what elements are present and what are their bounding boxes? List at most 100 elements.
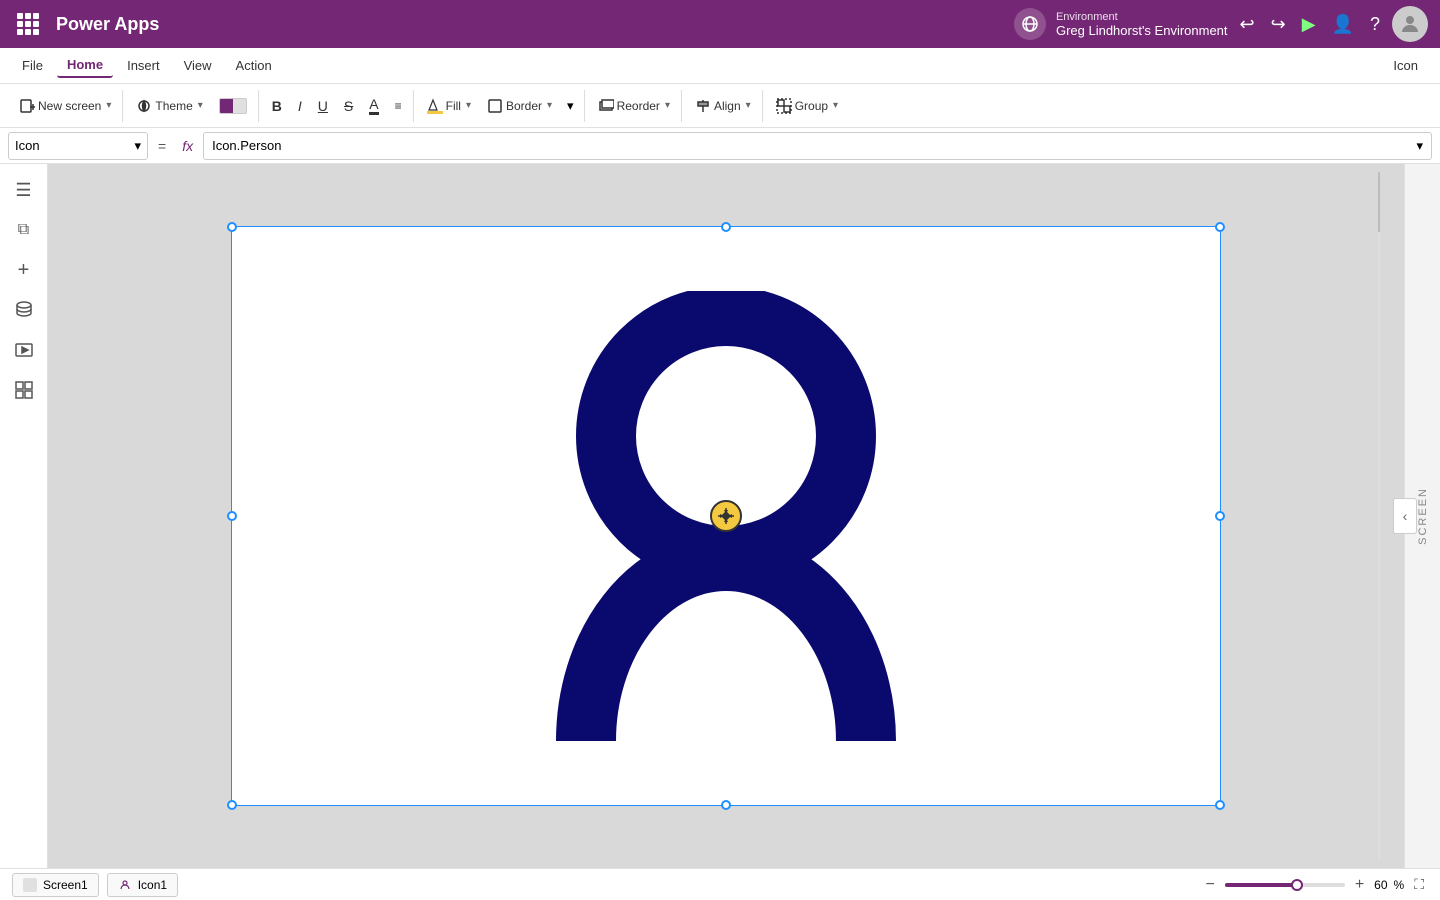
strikethrough-button[interactable]: S (337, 94, 360, 118)
group-dropdown-arrow: ▾ (833, 100, 838, 111)
help-top-icon[interactable]: ? (1370, 14, 1380, 35)
move-cursor-indicator (710, 500, 742, 532)
fill-dropdown-arrow: ▾ (466, 100, 471, 111)
share-top-icon[interactable]: 👤 (1332, 14, 1354, 35)
add-icon: + (18, 259, 30, 282)
reorder-label: Reorder (617, 99, 660, 113)
underline-button[interactable]: U (311, 94, 335, 118)
toolbar-expand-button[interactable]: ▾ (561, 94, 580, 118)
screen-canvas[interactable] (231, 226, 1221, 806)
canvas-area[interactable] (48, 164, 1404, 868)
zoom-out-button[interactable]: − (1201, 876, 1218, 894)
expand-icon: ▾ (567, 98, 574, 114)
fill-label: Fill (446, 99, 461, 113)
italic-label: I (298, 98, 302, 114)
app-title: Power Apps (56, 14, 159, 35)
controls-icon (14, 380, 34, 400)
controls-button[interactable] (6, 372, 42, 408)
font-color-button[interactable]: A (362, 92, 385, 119)
environment-selector[interactable]: Environment Greg Lindhorst's Environment (1014, 8, 1228, 40)
align-group-dropdown-arrow: ▾ (746, 100, 751, 111)
top-bar: Power Apps Environment Greg Lindhorst's … (0, 0, 1440, 48)
font-color-label: A (369, 96, 378, 115)
selection-handle-tc[interactable] (721, 222, 731, 232)
formula-equals: = (152, 138, 172, 154)
toolbar-fill-group: Fill ▾ Border ▾ ▾ (416, 90, 585, 122)
formula-input[interactable]: Icon.Person ▾ (203, 132, 1432, 160)
play-top-icon[interactable]: ▶ (1302, 14, 1316, 35)
selection-handle-bc[interactable] (721, 800, 731, 810)
screen1-tab-icon (23, 878, 37, 892)
right-sidebar: ‹ SCREEN (1404, 164, 1440, 868)
group-button[interactable]: Group ▾ (769, 94, 845, 118)
selection-handle-tl[interactable] (227, 222, 237, 232)
reorder-button[interactable]: Reorder ▾ (591, 94, 677, 118)
icon1-tab-label: Icon1 (138, 878, 167, 892)
bold-label: B (272, 98, 282, 114)
menu-file[interactable]: File (12, 54, 53, 77)
menu-bar: File Home Insert View Action Icon (0, 48, 1440, 84)
icon-label-display: Icon (1383, 54, 1428, 77)
border-dropdown-arrow: ▾ (547, 100, 552, 111)
screen1-tab-label: Screen1 (43, 878, 88, 892)
formula-fx-label: fx (182, 138, 193, 154)
zoom-slider-thumb[interactable] (1291, 879, 1303, 891)
border-label: Border (506, 99, 542, 113)
environment-label: Environment (1056, 11, 1228, 23)
zoom-controls: − + 60 % ⛶ (1201, 876, 1428, 894)
data-button[interactable] (6, 292, 42, 328)
toolbar-reorder-group: Reorder ▾ (587, 90, 682, 122)
new-screen-label: New screen (38, 99, 101, 113)
selection-handle-ml[interactable] (227, 511, 237, 521)
tree-view-button[interactable]: ☰ (6, 172, 42, 208)
menu-home[interactable]: Home (57, 53, 113, 78)
screen1-tab[interactable]: Screen1 (12, 873, 99, 897)
right-panel-toggle[interactable]: ‹ (1393, 498, 1417, 534)
tree-view-icon: ☰ (15, 180, 31, 201)
align-button[interactable]: ≡ (388, 95, 409, 117)
menu-view[interactable]: View (174, 54, 222, 77)
user-avatar[interactable] (1392, 6, 1428, 42)
screen-label: SCREEN (1417, 487, 1429, 545)
add-component-button[interactable]: + (6, 252, 42, 288)
zoom-in-button[interactable]: + (1351, 876, 1368, 894)
selection-handle-tr[interactable] (1215, 222, 1225, 232)
toolbar-group-group: Group ▾ (765, 90, 849, 122)
selection-handle-br[interactable] (1215, 800, 1225, 810)
selection-handle-mr[interactable] (1215, 511, 1225, 521)
strikethrough-label: S (344, 98, 353, 114)
formula-fx-button[interactable]: fx (176, 138, 199, 154)
new-screen-button[interactable]: New screen ▾ (12, 94, 118, 118)
fill-button[interactable]: Fill ▾ (420, 94, 478, 118)
zoom-unit: % (1394, 878, 1405, 892)
zoom-slider[interactable] (1225, 883, 1345, 887)
redo-top-icon[interactable]: ↪ (1271, 14, 1286, 35)
theme-button[interactable]: Theme ▾ (129, 94, 209, 118)
icon1-tab[interactable]: Icon1 (107, 873, 178, 897)
toolbar-text-group: B I U S A ≡ (261, 90, 414, 122)
bold-button[interactable]: B (265, 94, 289, 118)
element-selector-value: Icon (15, 138, 40, 153)
border-button[interactable]: Border ▾ (480, 94, 559, 118)
italic-button[interactable]: I (291, 94, 309, 118)
selection-handle-bl[interactable] (227, 800, 237, 810)
align-group-label: Align (714, 99, 741, 113)
environment-name: Greg Lindhorst's Environment (1056, 23, 1228, 38)
undo-top-icon[interactable]: ↩ (1240, 14, 1255, 35)
toolbar-align-group: Align ▾ (684, 90, 763, 122)
person-icon-container (556, 296, 896, 736)
align-group-button[interactable]: Align ▾ (688, 94, 758, 118)
waffle-menu[interactable] (12, 8, 44, 40)
layers-button[interactable]: ⧉ (6, 212, 42, 248)
menu-insert[interactable]: Insert (117, 54, 170, 77)
fullscreen-button[interactable]: ⛶ (1410, 876, 1428, 893)
main-layout: ☰ ⧉ + (0, 164, 1440, 868)
theme-dropdown-arrow: ▾ (198, 100, 203, 111)
environment-text: Environment Greg Lindhorst's Environment (1056, 11, 1228, 38)
theme-color-picker[interactable] (212, 94, 254, 118)
menu-action[interactable]: Action (226, 54, 282, 77)
element-selector[interactable]: Icon ▾ (8, 132, 148, 160)
layers-icon: ⧉ (18, 221, 29, 239)
bottom-bar: Screen1 Icon1 − + 60 % ⛶ (0, 868, 1440, 900)
media-button[interactable] (6, 332, 42, 368)
